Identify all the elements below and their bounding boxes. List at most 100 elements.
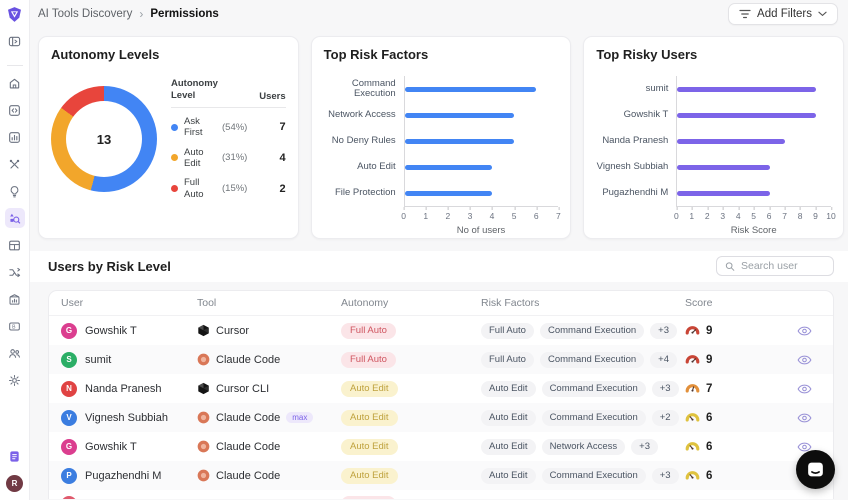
bar	[677, 139, 785, 144]
tool-name: Claude Code	[216, 470, 280, 482]
claude-icon	[197, 469, 210, 482]
risk-factor-pill: Network Access	[542, 439, 626, 455]
avatar	[61, 496, 77, 499]
risk-factor-pill: +3	[652, 468, 679, 484]
bar-category-label: Command Execution	[324, 76, 404, 102]
window-grid-icon[interactable]	[5, 235, 25, 255]
breadcrumb: AI Tools Discovery › Permissions	[38, 7, 219, 21]
eye-icon[interactable]	[789, 326, 812, 336]
panel-toggle-icon[interactable]	[5, 31, 25, 51]
autonomy-legend-rows: Ask First(54%)7Auto Edit(31%)4Full Auto(…	[171, 116, 286, 200]
legend-header-users: Users	[259, 91, 285, 102]
legend-dot	[171, 124, 178, 131]
eye-icon[interactable]	[789, 384, 812, 394]
risk-factors-chart: Command ExecutionNetwork AccessNo Deny R…	[324, 76, 559, 236]
table-header: UserToolAutonomyRisk FactorsScore	[49, 291, 833, 316]
code-box-icon[interactable]	[5, 100, 25, 120]
lightbulb-icon[interactable]	[5, 181, 25, 201]
axis-tick: 5	[751, 211, 756, 221]
bar-category-label: Gowshik T	[596, 102, 676, 128]
x-axis-label: Risk Score	[676, 225, 831, 236]
legend-pct: (31%)	[222, 152, 247, 163]
table-row[interactable]: GGowshik TCursorFull AutoFull AutoComman…	[49, 316, 833, 345]
cursor-icon	[197, 324, 210, 337]
bar-chart-icon[interactable]	[5, 127, 25, 147]
table-row[interactable]: NNanda PraneshCursor CLIAuto EditAuto Ed…	[49, 374, 833, 403]
score-value: 9	[706, 354, 712, 366]
autonomy-pill: Auto Edit	[341, 381, 398, 397]
svg-text:B: B	[12, 324, 16, 330]
table-row-partial[interactable]: Full Auto	[49, 490, 833, 499]
legend-row: Full Auto(15%)2	[171, 177, 286, 200]
gauge-icon	[685, 440, 700, 454]
search-box[interactable]	[716, 256, 834, 276]
legend-pct: (54%)	[222, 122, 247, 133]
axis-tick: 5	[512, 211, 517, 221]
main-content: AI Tools Discovery › Permissions Add Fil…	[30, 0, 848, 500]
ai-discovery-icon[interactable]	[5, 208, 25, 228]
users-icon[interactable]	[5, 343, 25, 363]
axis-tick: 2	[445, 211, 450, 221]
donut-total: 13	[97, 132, 111, 147]
axis-tick: 7	[782, 211, 787, 221]
gauge-icon	[685, 324, 700, 338]
axis-tick: 10	[826, 211, 835, 221]
add-filters-button[interactable]: Add Filters	[728, 3, 838, 25]
bar	[405, 191, 493, 196]
score-value: 6	[706, 441, 712, 453]
bar	[405, 87, 537, 92]
user-name: Gowshik T	[85, 325, 137, 337]
gauge-icon	[685, 411, 700, 425]
legend-label: Full Auto	[184, 177, 220, 200]
settings-icon[interactable]	[5, 370, 25, 390]
table-row[interactable]: PPugazhendhi MClaude CodeAuto EditAuto E…	[49, 461, 833, 490]
tools-icon[interactable]	[5, 154, 25, 174]
axis-tick: 4	[490, 211, 495, 221]
eye-icon[interactable]	[789, 355, 812, 365]
column-header: Autonomy	[341, 297, 481, 309]
brand-logo-icon[interactable]	[6, 5, 24, 23]
home-icon[interactable]	[5, 73, 25, 93]
bar-category-label: Auto Edit	[324, 154, 404, 180]
search-input[interactable]	[741, 260, 825, 272]
legend-users: 7	[280, 121, 286, 133]
risk-factor-pill: +4	[650, 352, 677, 368]
gauge-icon	[685, 382, 700, 396]
org-chart-icon[interactable]	[5, 289, 25, 309]
breadcrumb-current: Permissions	[150, 8, 218, 20]
risk-factor-pill: Command Execution	[542, 381, 646, 397]
axis-tick: 3	[720, 211, 725, 221]
autonomy-pill: Auto Edit	[341, 410, 398, 426]
axis-tick: 0	[401, 211, 406, 221]
avatar: G	[61, 323, 77, 339]
table-row[interactable]: VVignesh SubbiahClaude CodemaxAuto EditA…	[49, 403, 833, 432]
risk-factor-pill: +2	[652, 410, 679, 426]
users-section-header: Users by Risk Level	[30, 251, 848, 282]
legend-row: Auto Edit(31%)4	[171, 147, 286, 170]
shuffle-icon[interactable]	[5, 262, 25, 282]
risk-factor-pill: Auto Edit	[481, 381, 536, 397]
gauge-icon	[685, 353, 700, 367]
billing-card-icon[interactable]: B	[5, 316, 25, 336]
column-header: User	[61, 297, 197, 309]
bar-category-label: Vignesh Subbiah	[596, 154, 676, 180]
user-name: sumit	[85, 354, 111, 366]
tool-name: Claude Code	[216, 354, 280, 366]
legend-label: Ask First	[184, 116, 220, 139]
bar-category-label: File Protection	[324, 180, 404, 206]
bar-category-label: No Deny Rules	[324, 128, 404, 154]
autonomy-legend: Autonomy Level Users Ask First(54%)7Auto…	[171, 78, 286, 200]
gauge-icon	[685, 469, 700, 483]
breadcrumb-parent[interactable]: AI Tools Discovery	[38, 8, 132, 20]
legend-users: 2	[280, 183, 286, 195]
table-row[interactable]: GGowshik TClaude CodeAuto EditAuto EditN…	[49, 432, 833, 461]
chat-widget-button[interactable]	[796, 450, 835, 489]
user-avatar[interactable]: R	[6, 475, 23, 492]
tool-name: Claude Code	[216, 441, 280, 453]
eye-icon[interactable]	[789, 413, 812, 423]
table-row[interactable]: SsumitClaude CodeFull AutoFull AutoComma…	[49, 345, 833, 374]
notes-icon[interactable]	[5, 446, 25, 466]
sidebar: B R	[0, 0, 30, 500]
x-axis-label: No of users	[404, 225, 559, 236]
risk-factor-pill: Command Execution	[540, 352, 644, 368]
